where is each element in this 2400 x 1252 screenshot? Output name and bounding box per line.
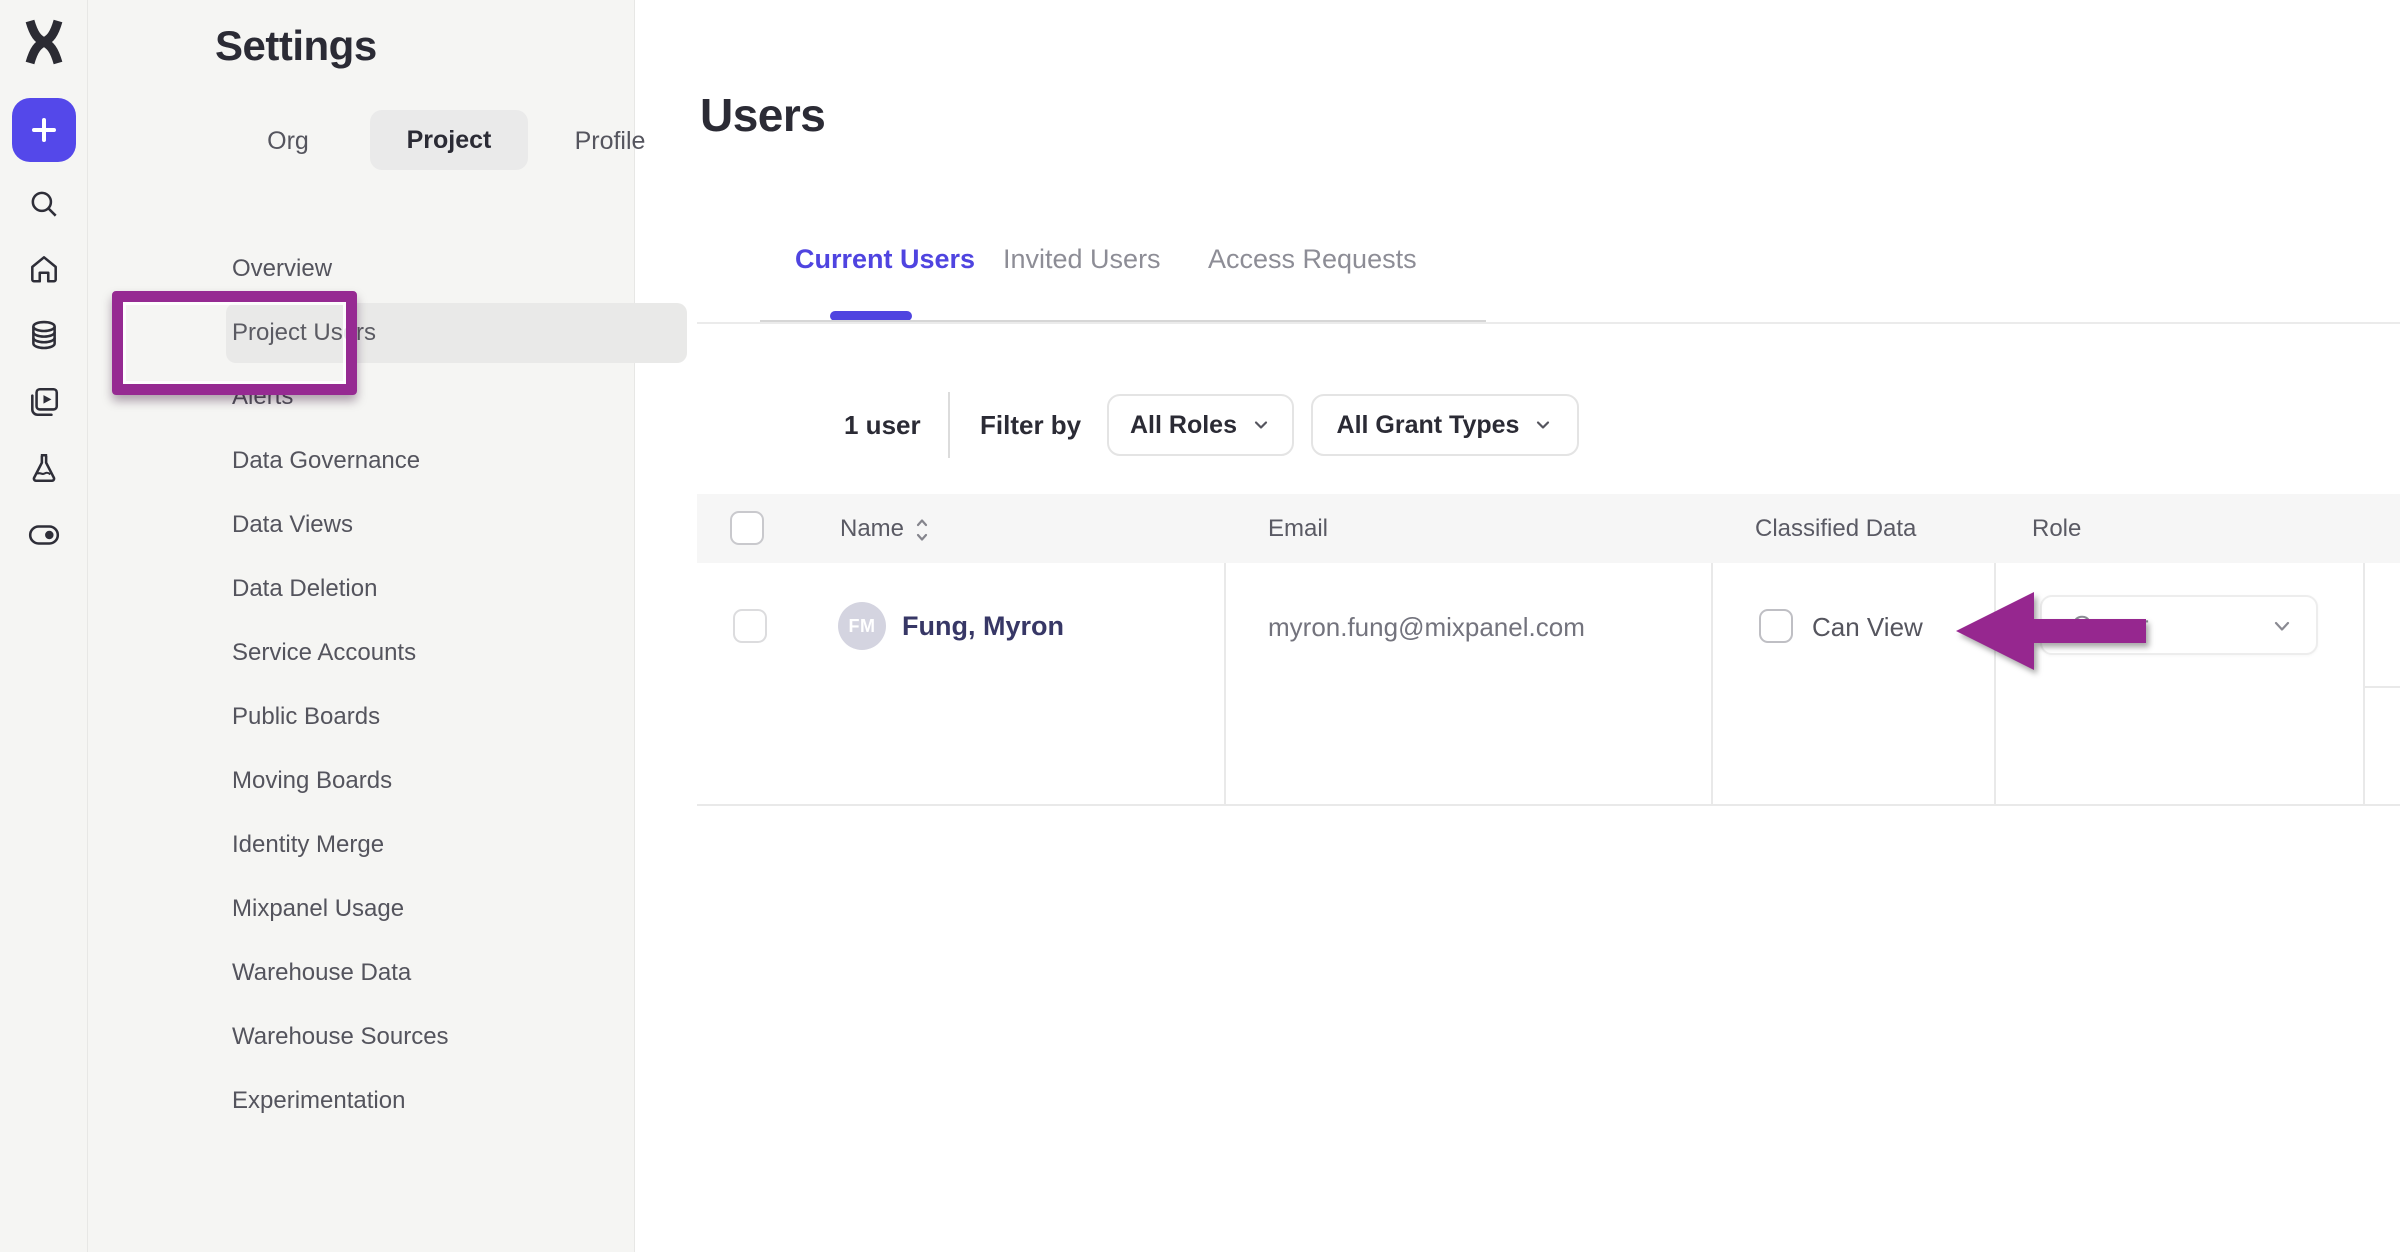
classified-data-label: Can View [1812,612,1923,643]
flask-icon[interactable] [27,451,61,485]
column-header-role: Role [2032,494,2081,563]
toggle-icon[interactable] [27,518,61,552]
role-dropdown[interactable]: Owner [2040,595,2318,655]
sidebar-item-identity-merge[interactable]: Identity Merge [176,813,722,877]
settings-sidebar: Settings Org Project Profile Overview Pr… [88,0,635,1252]
sidebar-item-moving-boards[interactable]: Moving Boards [176,749,722,813]
filter-by-label: Filter by [980,410,1081,441]
column-header-name[interactable]: Name [840,494,930,563]
tab-access-requests[interactable]: Access Requests [1208,244,1417,275]
sidebar-item-public-boards[interactable]: Public Boards [176,685,722,749]
sidebar-menu: Overview Project Users Alerts Data Gover… [176,237,722,1133]
home-icon[interactable] [27,252,61,286]
chevron-down-icon [2270,614,2294,638]
column-header-classified-data: Classified Data [1755,494,1916,563]
row-select-checkbox[interactable] [733,609,767,643]
create-button[interactable] [12,98,76,162]
mixpanel-logo-icon[interactable] [20,18,68,66]
all-roles-dropdown[interactable]: All Roles [1107,394,1294,456]
user-email: myron.fung@mixpanel.com [1268,612,1585,643]
page-title: Users [700,88,825,142]
sidebar-item-data-deletion[interactable]: Data Deletion [176,557,722,621]
database-icon[interactable] [27,318,61,352]
sidebar-item-warehouse-sources[interactable]: Warehouse Sources [176,1005,722,1069]
sidebar-item-warehouse-data[interactable]: Warehouse Data [176,941,722,1005]
sidebar-item-service-accounts[interactable]: Service Accounts [176,621,722,685]
sort-icon[interactable] [914,517,930,543]
section-divider [697,322,2400,324]
all-grant-types-label: All Grant Types [1337,411,1520,440]
search-icon[interactable] [27,187,61,221]
select-all-checkbox[interactable] [730,511,764,545]
settings-title: Settings [215,22,377,70]
vertical-divider [948,392,950,458]
sidebar-item-mixpanel-usage[interactable]: Mixpanel Usage [176,877,722,941]
plus-icon [28,114,60,146]
sidebar-item-data-governance[interactable]: Data Governance [176,429,722,493]
boards-icon[interactable] [27,385,61,419]
user-count: 1 user [844,410,921,441]
tab-invited-users[interactable]: Invited Users [1003,244,1161,275]
user-name-link[interactable]: Fung, Myron [902,611,1064,642]
column-header-email: Email [1268,494,1328,563]
table-cell-divider [2363,686,2400,688]
icon-rail [0,0,88,1252]
tab-profile[interactable]: Profile [550,112,670,170]
sidebar-item-overview[interactable]: Overview [176,237,722,301]
tab-org[interactable]: Org [248,112,328,170]
sidebar-item-alerts[interactable]: Alerts [176,365,722,429]
chevron-down-icon [1251,415,1271,435]
sidebar-item-project-users[interactable]: Project Users [226,303,687,363]
table-header: Name Email Classified Data Role [697,494,2400,563]
sidebar-item-data-views[interactable]: Data Views [176,493,722,557]
all-roles-label: All Roles [1130,411,1237,440]
all-grant-types-dropdown[interactable]: All Grant Types [1311,394,1579,456]
chevron-down-icon [1533,415,1553,435]
tab-project[interactable]: Project [370,110,528,170]
role-value: Owner [2072,597,2149,653]
avatar: FM [838,602,886,650]
sidebar-item-experimentation[interactable]: Experimentation [176,1069,722,1133]
classified-data-checkbox[interactable] [1759,609,1793,643]
tab-current-users[interactable]: Current Users [795,244,975,275]
